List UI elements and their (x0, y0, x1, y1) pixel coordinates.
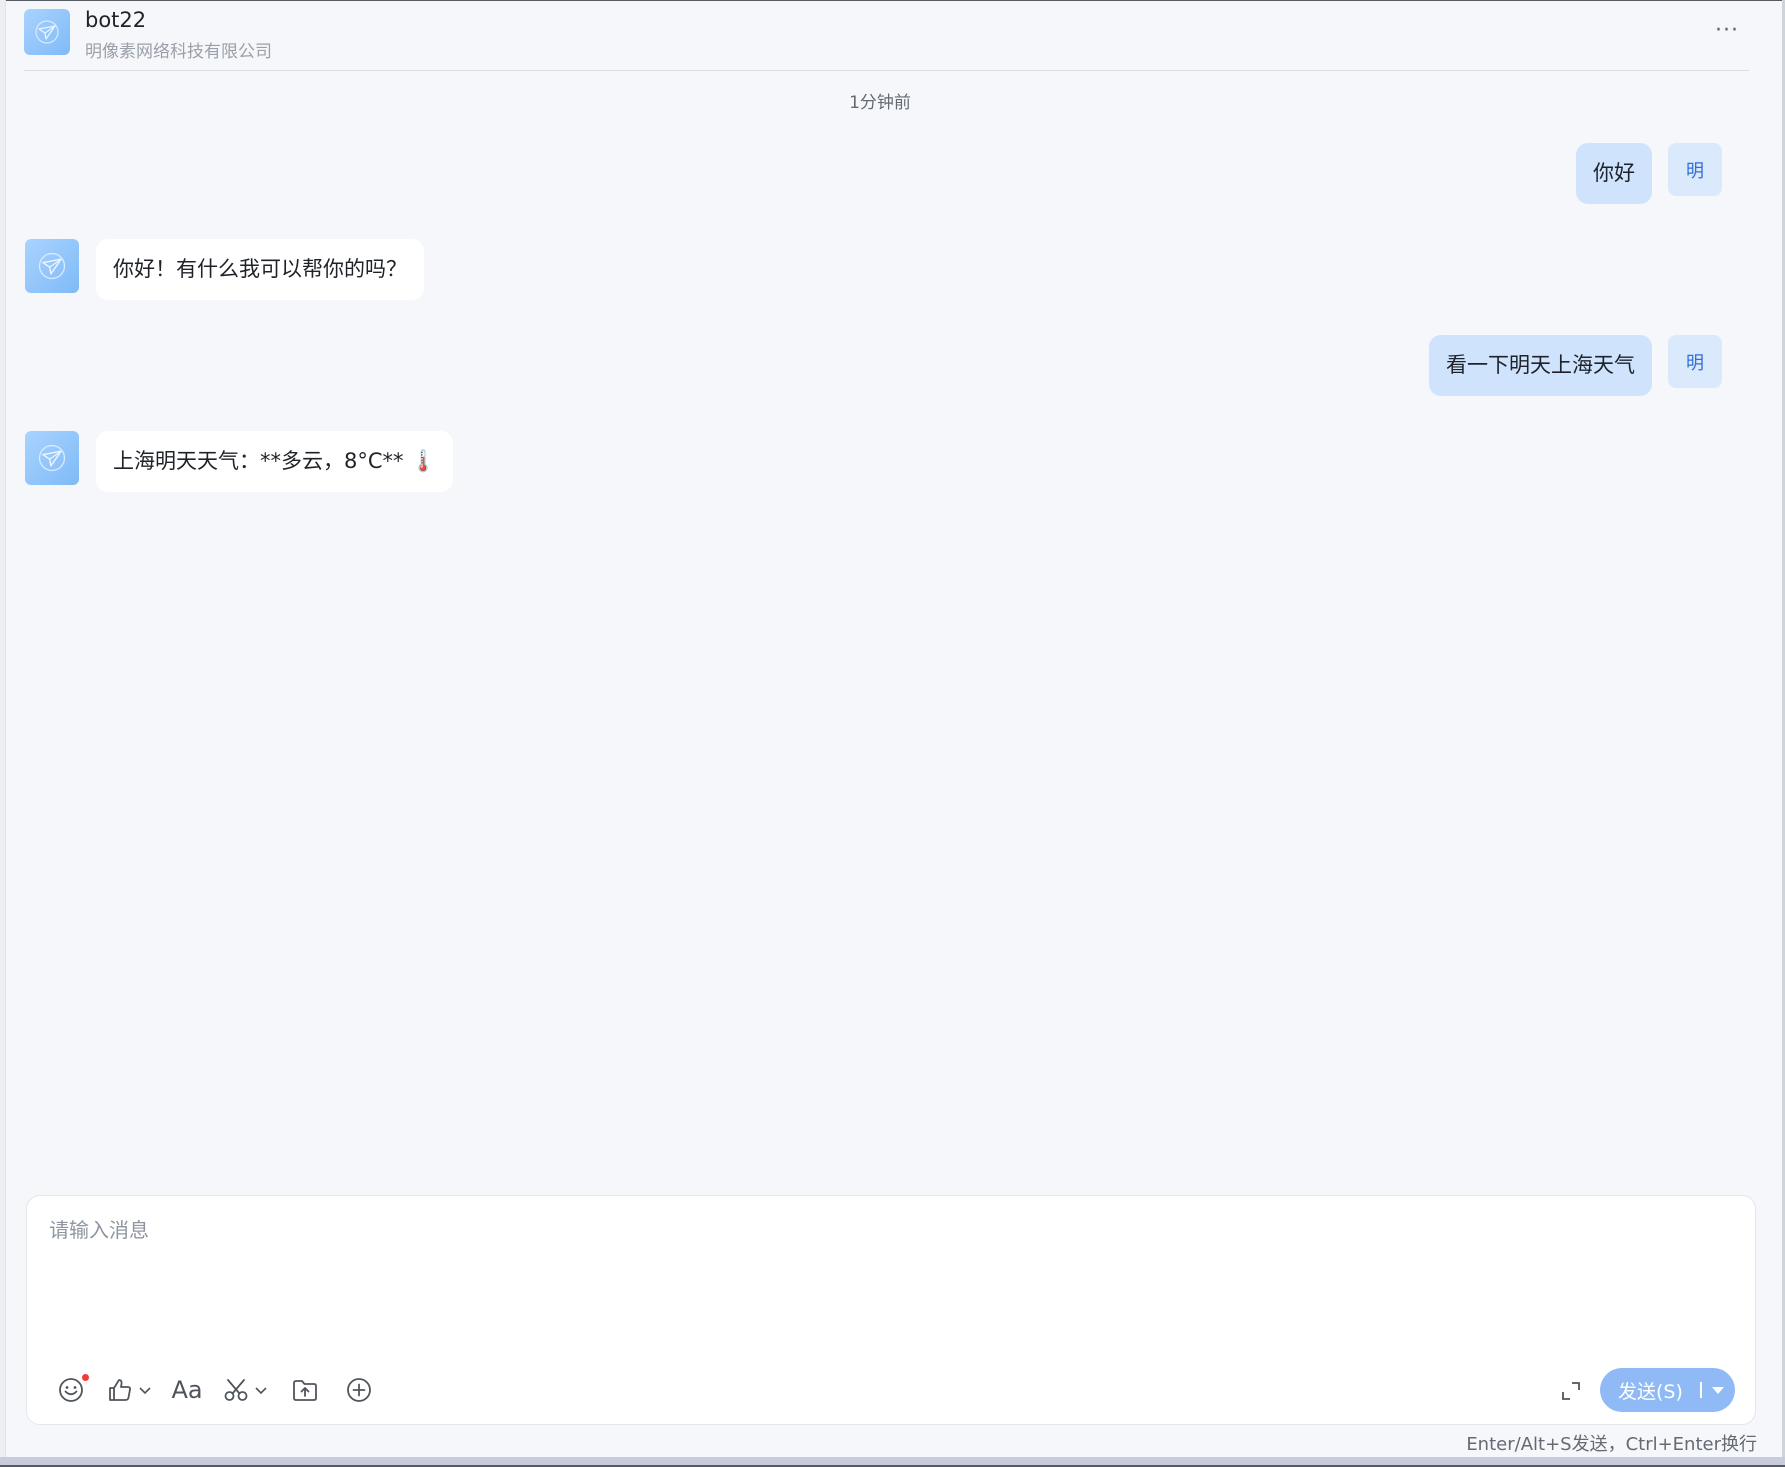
scissors-icon (224, 1379, 248, 1401)
left-panel-edge (0, 0, 6, 1467)
paper-plane-logo-icon (38, 444, 66, 472)
message-composer: Aa (26, 1195, 1756, 1425)
chat-header: bot22 明像素网络科技有限公司 ··· (24, 8, 1749, 71)
expand-icon (1562, 1382, 1580, 1400)
message-input[interactable] (47, 1212, 1731, 1336)
font-format-button[interactable]: Aa (169, 1372, 205, 1408)
user-message-bubble[interactable]: 你好 (1576, 143, 1652, 204)
plus-circle-icon (347, 1378, 371, 1402)
user-avatar[interactable]: 明 (1668, 335, 1722, 388)
user-message-bubble[interactable]: 看一下明天上海天气 (1429, 335, 1652, 396)
message-row-user: 看一下明天上海天气 明 (24, 335, 1736, 397)
send-button-divider (1700, 1382, 1702, 1398)
message-timestamp: 1分钟前 (849, 93, 911, 113)
bot-name: bot22 (85, 8, 147, 32)
bot-avatar[interactable] (24, 9, 70, 55)
bot-avatar[interactable] (25, 239, 79, 293)
send-options-chevron-icon[interactable] (1712, 1386, 1724, 1394)
thumbs-up-icon (109, 1379, 131, 1401)
font-icon: Aa (171, 1376, 203, 1404)
expand-composer-button[interactable] (1559, 1379, 1583, 1403)
bot-message-bubble[interactable]: 你好！有什么我可以帮你的吗？ (96, 239, 424, 300)
upload-folder-icon (293, 1380, 317, 1401)
message-row-bot: 上海明天天气：**多云，8°C** 🌡️ (24, 431, 1736, 493)
bot-company: 明像素网络科技有限公司 (85, 42, 272, 62)
bot-avatar[interactable] (25, 431, 79, 485)
keyboard-hint: Enter/Alt+S发送，Ctrl+Enter换行 (1466, 1434, 1757, 1455)
upload-file-button[interactable] (287, 1372, 323, 1408)
paper-plane-logo-icon (38, 252, 66, 280)
more-tools-button[interactable] (341, 1372, 377, 1408)
reaction-button[interactable] (105, 1372, 153, 1408)
window-top-border (0, 0, 1785, 1)
bot-message-bubble[interactable]: 上海明天天气：**多云，8°C** 🌡️ (96, 431, 454, 492)
user-avatar[interactable]: 明 (1668, 143, 1722, 196)
screenshot-button[interactable] (221, 1372, 269, 1408)
message-row-bot: 你好！有什么我可以帮你的吗？ (24, 239, 1736, 301)
emoji-icon (59, 1378, 83, 1402)
chevron-down-icon (255, 1387, 267, 1395)
composer-toolbar: Aa (53, 1370, 377, 1410)
more-options-button[interactable]: ··· (1715, 18, 1739, 43)
emoji-button[interactable] (53, 1372, 89, 1408)
message-row-user: 你好 明 (24, 143, 1736, 205)
chevron-down-icon (139, 1387, 151, 1395)
notification-dot (82, 1374, 89, 1381)
paper-plane-logo-icon (35, 20, 59, 44)
send-button[interactable]: 发送(S) (1600, 1368, 1735, 1412)
send-button-label: 发送(S) (1618, 1380, 1683, 1403)
chat-window: bot22 明像素网络科技有限公司 ··· 1分钟前 你好 明 你好！有什么我可… (0, 0, 1785, 1467)
